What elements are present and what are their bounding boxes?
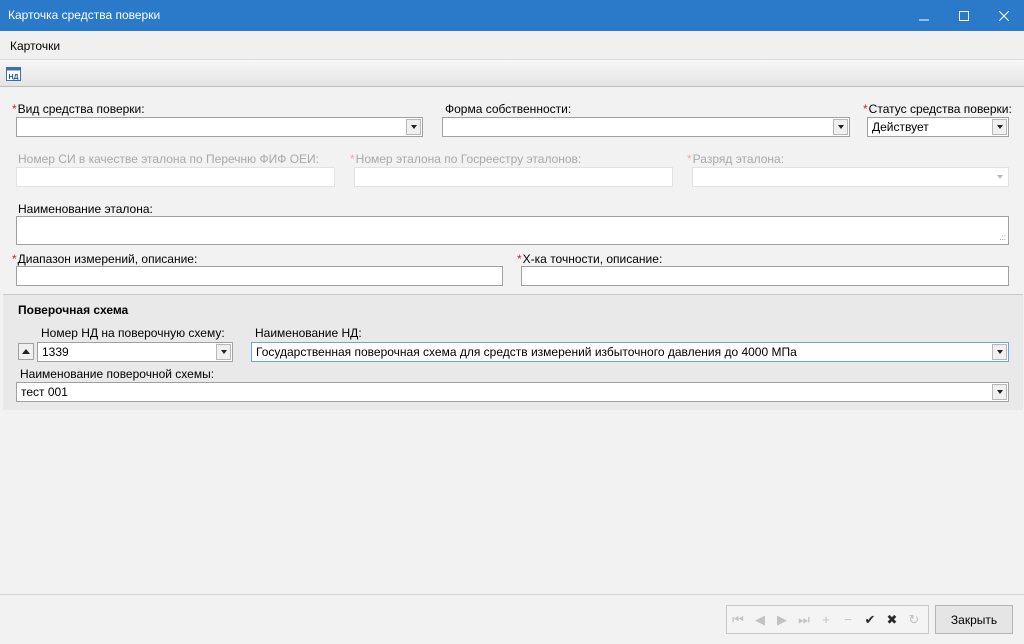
first-record-icon[interactable]: ⏮ — [727, 606, 749, 633]
resize-grip-icon[interactable]: .:: — [999, 234, 1006, 242]
razryad-dropdown-button — [992, 169, 1007, 185]
cancel-icon[interactable]: ✖ — [881, 606, 903, 633]
chevron-down-icon — [996, 390, 1003, 394]
chevron-down-icon — [996, 175, 1003, 179]
status-value: Действует — [872, 120, 929, 134]
vid-select[interactable] — [16, 117, 423, 137]
record-navigator: ⏮ ◀ ▶ ⏭ + − ✔ ✖ ↻ — [726, 605, 929, 634]
chevron-down-icon — [996, 125, 1003, 129]
naim-etalona-label: Наименование эталона: — [18, 202, 153, 216]
add-record-icon[interactable]: + — [815, 606, 837, 633]
chevron-down-icon — [837, 125, 844, 129]
window-titlebar: Карточка средства поверки — [0, 0, 1024, 31]
nd-icon-text: НД — [8, 74, 18, 81]
schema-panel: Поверочная схема Номер НД на поверочную … — [3, 294, 1023, 410]
required-mark: * — [350, 152, 355, 166]
menu-item-cards[interactable]: Карточки — [10, 39, 60, 53]
chevron-up-icon — [22, 349, 30, 354]
close-icon — [999, 10, 1009, 21]
nomer-si-input — [16, 167, 335, 187]
razryad-select — [692, 167, 1009, 187]
forma-dropdown-button[interactable] — [833, 119, 848, 135]
collapse-schema-button[interactable] — [18, 343, 34, 360]
forma-label: Форма собственности: — [445, 102, 572, 116]
naim-schemy-value: тест 001 — [21, 385, 68, 399]
nomer-si-label: Номер СИ в качестве эталона по Перечню Ф… — [18, 152, 320, 166]
maximize-button[interactable] — [944, 0, 984, 31]
next-record-icon[interactable]: ▶ — [771, 606, 793, 633]
required-mark: * — [517, 252, 522, 266]
close-window-button[interactable] — [984, 0, 1024, 31]
prev-record-icon[interactable]: ◀ — [749, 606, 771, 633]
last-record-icon[interactable]: ⏭ — [793, 606, 815, 633]
vid-label: *Вид средства поверки: — [12, 102, 145, 116]
remove-record-icon[interactable]: − — [837, 606, 859, 633]
schema-title: Поверочная схема — [18, 303, 129, 317]
minimize-button[interactable] — [904, 0, 944, 31]
diapazon-label: *Диапазон измерений, описание: — [12, 252, 198, 266]
nomer-nd-dropdown-button[interactable] — [216, 344, 231, 360]
footer: ⏮ ◀ ▶ ⏭ + − ✔ ✖ ↻ Закрыть — [0, 594, 1024, 644]
toolbar: НД — [0, 60, 1024, 87]
window-title: Карточка средства поверки — [8, 8, 161, 22]
naim-nd-dropdown-button[interactable] — [992, 344, 1007, 360]
naim-etalona-textarea[interactable]: .:: — [16, 216, 1009, 245]
maximize-icon — [959, 10, 969, 21]
naim-nd-label: Наименование НД: — [255, 326, 362, 340]
chevron-down-icon — [410, 125, 417, 129]
menu-bar: Карточки — [0, 31, 1024, 60]
tochnost-input[interactable] — [521, 266, 1009, 286]
naim-nd-value: Государственная поверочная схема для сре… — [256, 345, 797, 359]
minimize-icon — [919, 19, 929, 20]
forma-select[interactable] — [442, 117, 850, 137]
chevron-down-icon — [220, 350, 227, 354]
apply-icon[interactable]: ✔ — [859, 606, 881, 633]
nomer-nd-value: 1339 — [42, 345, 69, 359]
razryad-label: *Разряд эталона: — [687, 152, 785, 166]
status-select[interactable]: Действует — [867, 117, 1009, 137]
naim-schemy-dropdown-button[interactable] — [992, 384, 1007, 400]
status-label: *Статус средства поверки: — [863, 102, 1012, 116]
nomer-nd-label: Номер НД на поверочную схему: — [41, 326, 225, 340]
chevron-down-icon — [996, 350, 1003, 354]
close-button[interactable]: Закрыть — [935, 605, 1013, 634]
required-mark: * — [12, 102, 17, 116]
diapazon-input[interactable] — [16, 266, 503, 286]
required-mark: * — [687, 152, 692, 166]
nomer-nd-select[interactable]: 1339 — [37, 342, 233, 362]
tochnost-label: *Х-ка точности, описание: — [517, 252, 663, 266]
nomer-etalona-input — [354, 167, 673, 187]
refresh-icon[interactable]: ↻ — [903, 606, 925, 633]
vid-dropdown-button[interactable] — [406, 119, 421, 135]
status-dropdown-button[interactable] — [992, 119, 1007, 135]
nd-document-icon[interactable]: НД — [6, 67, 21, 81]
required-mark: * — [12, 252, 17, 266]
naim-schemy-label: Наименование поверочной схемы: — [20, 367, 215, 381]
card-form: *Вид средства поверки: Форма собственнос… — [1, 88, 1023, 594]
naim-schemy-select[interactable]: тест 001 — [16, 382, 1009, 402]
nomer-etalona-label: *Номер эталона по Госреестру эталонов: — [350, 152, 582, 166]
required-mark: * — [863, 102, 868, 116]
naim-nd-select[interactable]: Государственная поверочная схема для сре… — [251, 342, 1009, 362]
